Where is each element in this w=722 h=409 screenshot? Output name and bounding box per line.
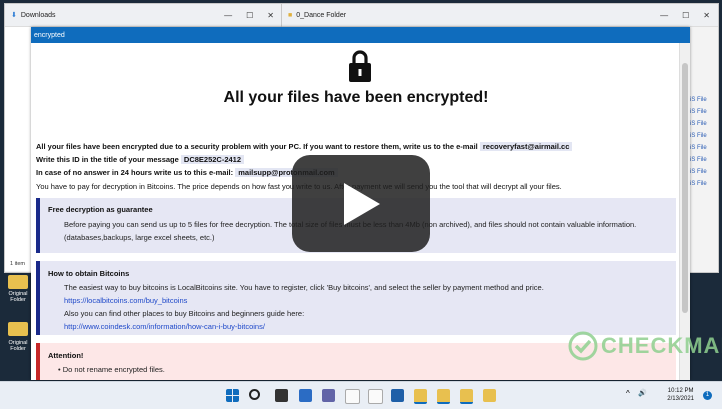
document-icon[interactable] <box>345 389 360 404</box>
file-explorer-icon[interactable] <box>437 389 450 404</box>
instruction-text: Write this ID in the title of your messa… <box>36 155 179 164</box>
coindesk-link[interactable]: http://www.coindesk.com/information/how-… <box>64 322 265 331</box>
instruction-line: All your files have been encrypted due t… <box>36 142 573 151</box>
box-title: Free decryption as guarantee <box>48 205 153 214</box>
speaker-icon[interactable]: 🔊 <box>638 389 647 397</box>
minimize-icon[interactable]: — <box>224 11 232 20</box>
box-title: How to obtain Bitcoins <box>48 269 130 278</box>
file-explorer-icon[interactable] <box>483 389 496 402</box>
video-play-button[interactable] <box>292 155 430 252</box>
desktop: ⬇ Downloads — ☐ ✕ 1 item ■ 0_Dance Folder … <box>0 0 722 409</box>
minimize-icon[interactable]: — <box>660 11 668 20</box>
file-type: iS File <box>690 133 707 139</box>
folder-titlebar[interactable]: ■ 0_Dance Folder — ☐ ✕ <box>282 4 718 27</box>
clock[interactable]: 10:12 PM 2/13/2021 <box>667 387 694 403</box>
close-icon[interactable]: ✕ <box>267 11 274 20</box>
play-icon <box>344 182 380 225</box>
desktop-icon-label: Original Folder <box>8 340 28 352</box>
file-type: iS File <box>690 121 707 127</box>
downloads-title: Downloads <box>20 11 56 19</box>
headline: All your files have been encrypted! <box>223 89 489 106</box>
file-type: iS File <box>690 157 707 163</box>
check-logo-icon <box>568 331 598 361</box>
file-type: iS File <box>690 181 707 187</box>
attention-text: Do not rename encrypted files. <box>62 365 165 374</box>
desktop-folder-icon[interactable] <box>8 322 28 336</box>
download-icon: ⬇ <box>11 12 17 19</box>
file-type: iS File <box>690 109 707 115</box>
checkmal-watermark: CHECKMAL <box>568 331 722 361</box>
file-type: iS File <box>690 97 707 103</box>
downloads-nav <box>5 27 31 271</box>
time: 10:12 PM <box>667 388 694 394</box>
maximize-icon[interactable]: ☐ <box>682 11 689 20</box>
file-type: iS File <box>690 145 707 151</box>
instruction-text: All your files have been encrypted due t… <box>36 142 478 151</box>
items-count: 1 item <box>10 261 25 267</box>
scrollbar-thumb[interactable] <box>682 63 688 313</box>
notification-badge[interactable]: 1 <box>703 391 712 400</box>
attention-item: • Do not rename encrypted files. <box>58 365 165 374</box>
watermark-text: CHECKMAL <box>601 333 722 358</box>
task-view-icon[interactable] <box>275 389 288 402</box>
document-icon[interactable] <box>368 389 383 404</box>
desktop-icon-label: Original Folder <box>8 291 28 303</box>
file-explorer-icon[interactable] <box>460 389 473 404</box>
victim-id: DC8E252C-2412 <box>180 155 245 164</box>
widgets-icon[interactable] <box>299 389 312 402</box>
search-icon[interactable] <box>249 389 260 400</box>
taskbar: ^ 🔊 10:12 PM 2/13/2021 1 <box>0 381 722 409</box>
instruction-text: In case of no answer in 24 hours write u… <box>36 168 234 177</box>
box-text: (databases,backups, large excel sheets, … <box>64 233 215 242</box>
instruction-line: Write this ID in the title of your messa… <box>36 155 245 164</box>
bitcoin-box: How to obtain Bitcoins The easiest way t… <box>36 261 676 335</box>
date: 2/13/2021 <box>667 396 694 402</box>
store-icon[interactable] <box>391 389 404 402</box>
scrollbar[interactable] <box>679 43 690 380</box>
file-type: iS File <box>690 169 707 175</box>
folder-icon: ■ <box>288 11 293 19</box>
chat-icon[interactable] <box>322 389 335 402</box>
file-type-column: iS File iS File iS File iS File iS File … <box>690 94 707 190</box>
tray-chevron-icon[interactable]: ^ <box>626 389 630 398</box>
box-title: Attention! <box>48 351 84 360</box>
file-explorer-icon[interactable] <box>414 389 427 404</box>
desktop-folder-icon[interactable] <box>8 275 28 289</box>
window-title: encrypted <box>34 31 65 39</box>
downloads-titlebar[interactable]: ⬇ Downloads — ☐ ✕ <box>5 4 282 27</box>
folder-title: 0_Dance Folder <box>296 11 347 19</box>
box-text: The easiest way to buy bitcoins is Local… <box>64 283 544 292</box>
box-text: Also you can find other places to buy Bi… <box>64 309 305 318</box>
maximize-icon[interactable]: ☐ <box>246 11 253 20</box>
ransom-titlebar[interactable]: encrypted <box>31 27 690 43</box>
padlock-icon <box>349 50 371 82</box>
start-windows-icon[interactable] <box>226 389 239 402</box>
close-icon[interactable]: ✕ <box>703 11 710 20</box>
recovery-email: recoveryfast@airmail.cc <box>479 142 573 151</box>
localbitcoins-link[interactable]: https://localbitcoins.com/buy_bitcoins <box>64 296 187 305</box>
